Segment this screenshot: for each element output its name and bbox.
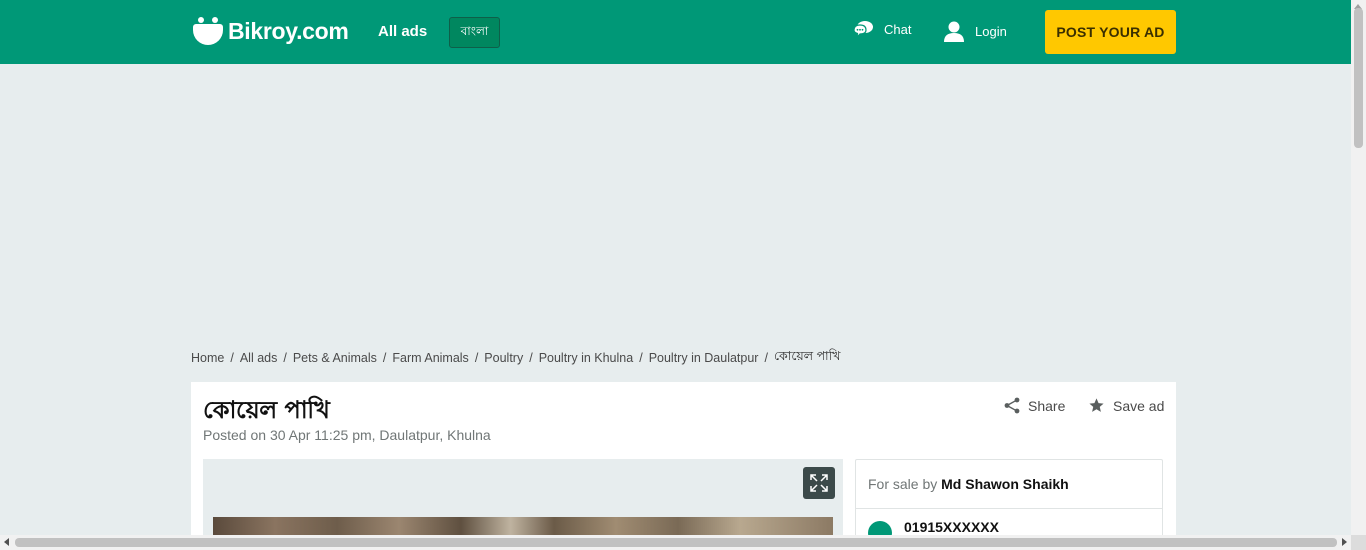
chat-link[interactable]: Chat [852,20,911,38]
post-your-ad-button[interactable]: POST YOUR AD [1045,10,1176,54]
ad-detail-card: কোয়েল পাখি Posted on 30 Apr 11:25 pm, D… [191,382,1176,549]
breadcrumb-separator: / [764,351,768,365]
breadcrumb-poultry-khulna[interactable]: Poultry in Khulna [539,351,634,365]
expand-icon [810,474,828,492]
chat-label: Chat [884,21,912,37]
seller-name[interactable]: Md Shawon Shaikh [941,476,1069,492]
site-logo[interactable]: Bikroy.com [193,17,349,45]
nav-all-ads[interactable]: All ads [378,23,427,40]
chat-bubbles-icon [853,21,873,38]
share-button[interactable]: Share [1004,397,1065,414]
scroll-left-arrow-icon[interactable] [4,538,9,546]
breadcrumb-pets-animals[interactable]: Pets & Animals [293,351,377,365]
breadcrumb-poultry[interactable]: Poultry [484,351,523,365]
language-toggle-button[interactable]: বাংলা [449,17,500,48]
breadcrumb-separator: / [474,351,479,365]
login-link[interactable]: Login [943,20,1007,42]
ad-title: কোয়েল পাখি [203,396,330,424]
breadcrumb-home[interactable]: Home [191,351,224,365]
breadcrumb-poultry-daulatpur[interactable]: Poultry in Daulatpur [649,351,759,365]
share-label: Share [1028,397,1066,414]
vertical-scrollbar[interactable] [1351,0,1366,535]
top-header: Bikroy.com All ads বাংলা Chat Login POST… [0,0,1351,64]
logo-text: Bikroy.com [228,17,349,44]
posted-info: Posted on 30 Apr 11:25 pm, Daulatpur, Kh… [203,427,491,443]
vertical-scroll-thumb[interactable] [1354,8,1363,148]
user-icon [944,21,964,42]
breadcrumb-farm-animals[interactable]: Farm Animals [392,351,468,365]
share-icon [1004,397,1020,414]
breadcrumb-separator: / [639,351,643,365]
image-gallery[interactable] [203,459,843,542]
scroll-right-arrow-icon[interactable] [1342,538,1347,546]
breadcrumb-separator: / [529,351,533,365]
breadcrumb-separator: / [382,351,387,365]
scrollbar-corner [1351,535,1366,550]
for-sale-by-label: For sale by [868,476,942,492]
star-icon [1089,398,1104,412]
breadcrumb: Home / All ads / Pets & Animals / Farm A… [191,348,840,368]
ad-banner-area [0,64,1351,334]
horizontal-scroll-thumb[interactable] [15,538,1337,547]
breadcrumb-current: কোয়েল পাখি [773,349,841,363]
breadcrumb-all-ads[interactable]: All ads [240,351,278,365]
breadcrumb-separator: / [230,351,234,365]
seller-row: For sale by Md Shawon Shaikh [856,460,1162,509]
save-ad-label: Save ad [1113,397,1165,414]
expand-gallery-button[interactable] [803,467,835,499]
horizontal-scrollbar[interactable] [0,535,1351,550]
phone-number[interactable]: 01915XXXXXX [904,519,999,535]
login-label: Login [975,23,1007,39]
phone-row[interactable]: 01915XXXXXX [856,509,1162,545]
breadcrumb-separator: / [283,351,287,365]
save-ad-button[interactable]: Save ad [1088,397,1164,414]
logo-smile-icon [193,17,223,45]
